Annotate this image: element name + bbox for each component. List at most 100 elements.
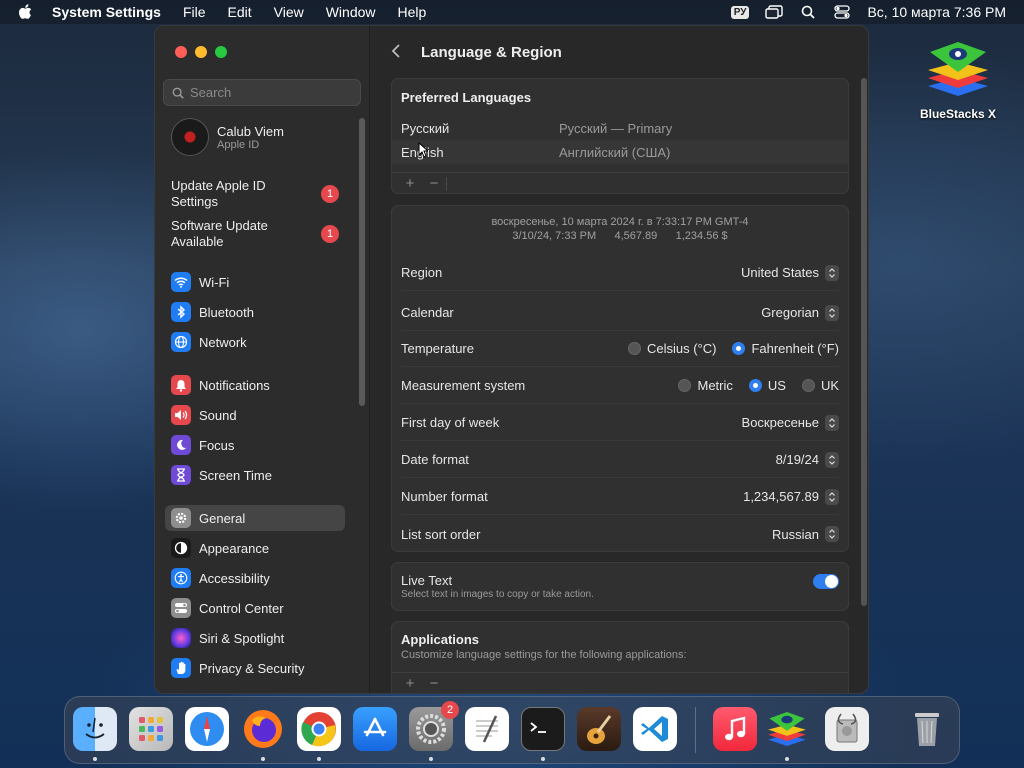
desktop-icon-label: BlueStacks X [919,107,997,121]
region-label: Region [401,265,443,280]
sidebar-item-label: Network [199,334,247,350]
apple-id-account[interactable]: Calub Viem Apple ID [171,118,284,156]
radio-fahrenheit[interactable]: Fahrenheit (°F) [732,341,839,356]
dock-system-settings-icon[interactable]: 2 [409,701,459,751]
menu-app-name[interactable]: System Settings [52,4,161,20]
radio-label: Fahrenheit (°F) [751,341,839,356]
content-scrollbar[interactable] [861,78,867,606]
moon-icon [171,435,191,455]
sidebar-alert-update-apple-id[interactable]: Update Apple ID Settings 1 [171,178,351,210]
add-language-button[interactable]: + [398,175,422,192]
dock-vscode-icon[interactable] [633,707,677,751]
language-row-russian[interactable]: Русский Русский — Primary [392,116,848,140]
live-text-card: Live Text Select text in images to copy … [391,562,849,611]
sidebar-item-privacy-security[interactable]: Privacy & Security [165,655,345,681]
apple-menu-icon[interactable] [18,4,38,20]
dock-trash-icon[interactable] [905,707,949,751]
dock-music-icon[interactable] [713,707,757,751]
sidebar-item-screen-time[interactable]: Screen Time [165,462,345,488]
dock-disk-utility-icon[interactable] [825,707,869,751]
radio-us[interactable]: US [748,378,786,393]
radio-label: Metric [697,378,733,393]
siri-icon [171,628,191,648]
live-text-toggle[interactable] [813,574,839,589]
live-text-subtitle: Select text in images to copy or take ac… [401,589,594,600]
first-day-select[interactable]: Воскресенье [742,414,839,431]
sidebar-item-sound[interactable]: Sound [165,402,345,428]
input-source-indicator[interactable]: РУ [730,5,750,19]
menu-file[interactable]: File [183,4,206,20]
menu-clock[interactable]: Вс, 10 марта 7:36 PM [867,4,1006,20]
menu-bar: System Settings File Edit View Window He… [0,0,1024,24]
dock-terminal-icon[interactable] [521,707,565,751]
calendar-row: Calendar Gregorian [401,295,839,331]
sidebar-item-label: Control Center [199,600,284,616]
speaker-icon [171,405,191,425]
spotlight-search-icon[interactable] [799,4,817,20]
sidebar-scrollbar[interactable] [359,118,365,406]
back-chevron-icon[interactable] [391,43,405,62]
calendar-select[interactable]: Gregorian [761,304,839,321]
sort-order-row: List sort order Russian [401,516,839,552]
toggles-icon [171,598,191,618]
account-subtitle: Apple ID [217,138,260,151]
sidebar-item-focus[interactable]: Focus [165,432,345,458]
remove-application-button[interactable]: − [422,675,446,692]
sidebar-item-appearance[interactable]: Appearance [165,535,345,561]
search-input[interactable] [190,85,350,100]
add-application-button[interactable]: + [398,675,422,692]
dock-firefox-icon[interactable] [241,707,285,751]
first-day-label: First day of week [401,415,500,430]
dock-bluestacks-icon[interactable] [765,707,809,751]
menu-window[interactable]: Window [326,4,376,20]
menu-help[interactable]: Help [398,4,427,20]
sidebar-item-wifi[interactable]: Wi-Fi [165,269,345,295]
radio-metric[interactable]: Metric [678,378,733,393]
window-controls [175,46,227,58]
sidebar-item-label: Privacy & Security [199,660,305,676]
sidebar-item-accessibility[interactable]: Accessibility [165,565,345,591]
sidebar-item-label: Notifications [199,377,270,393]
sidebar-item-control-center[interactable]: Control Center [165,595,345,621]
region-select[interactable]: United States [740,264,839,281]
sidebar-item-label: Appearance [199,540,270,556]
dock-textedit-icon[interactable] [465,707,509,751]
dock-chrome-icon[interactable] [297,707,341,751]
close-button[interactable] [175,46,187,58]
sidebar-item-network[interactable]: Network [165,329,345,355]
applications-title: Applications [401,632,480,647]
sidebar-item-general[interactable]: General [165,505,345,531]
format-sample-line-2: 3/10/24, 7:33 PM 4,567.89 1,234.56 $ [512,230,728,242]
dock-safari-icon[interactable] [185,707,229,751]
dock-garageband-icon[interactable] [577,707,621,751]
sidebar-item-bluetooth[interactable]: Bluetooth [165,299,345,325]
running-indicator [261,757,265,761]
sidebar-item-siri-spotlight[interactable]: Siri & Spotlight [165,625,345,651]
menu-edit[interactable]: Edit [228,4,252,20]
sort-order-select[interactable]: Russian [772,526,839,542]
radio-indicator [801,379,815,392]
radio-celsius[interactable]: Celsius (°C) [627,341,716,356]
stage-manager-icon[interactable] [765,4,784,20]
dock-launchpad-icon[interactable] [129,707,173,751]
search-field [163,79,361,106]
sidebar-alert-software-update[interactable]: Software Update Available 1 [171,218,351,250]
language-row-english[interactable]: English Английский (США) [392,140,848,164]
language-name: Русский [401,120,450,136]
running-indicator [541,757,545,761]
menu-view[interactable]: View [274,4,304,20]
sidebar-item-notifications[interactable]: Notifications [165,372,345,398]
zoom-button[interactable] [215,46,227,58]
radio-uk[interactable]: UK [801,378,839,393]
dock-finder-icon[interactable] [73,707,117,751]
control-center-icon[interactable] [833,4,851,20]
dock-app-store-icon[interactable] [353,707,397,751]
number-format-select[interactable]: 1,234,567.89 [743,488,839,505]
dock: 2 [64,696,960,764]
date-format-select[interactable]: 8/19/24 [776,451,839,468]
remove-language-button[interactable]: − [422,175,446,192]
minimize-button[interactable] [195,46,207,58]
sidebar-item-label: Wi-Fi [199,274,230,290]
region-value: United States [740,265,819,280]
desktop-icon-bluestacks[interactable]: BlueStacks X [912,38,1004,121]
